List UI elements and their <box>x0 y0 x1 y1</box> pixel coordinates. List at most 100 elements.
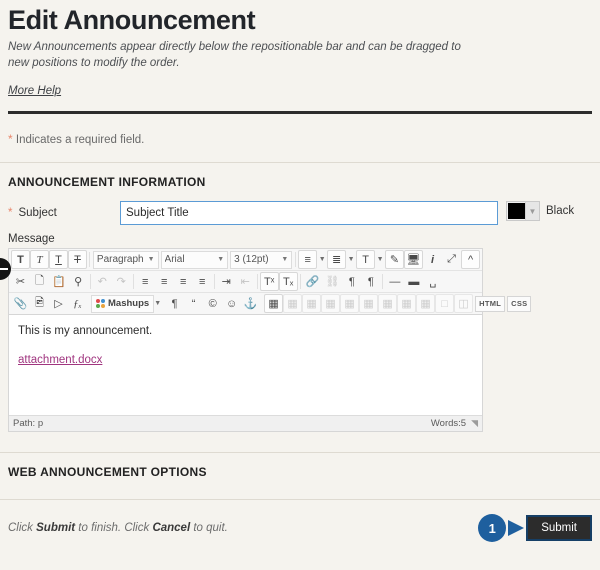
rtl-paragraph-icon[interactable]: ¶ <box>361 272 380 291</box>
table-cell-properties-icon[interactable]: ▦ <box>302 294 322 314</box>
paragraph-format-select[interactable]: Paragraph ▼ <box>92 250 159 269</box>
emoticon-icon[interactable]: ☺ <box>222 294 241 313</box>
mashups-icon <box>96 299 105 309</box>
page-description: New Announcements appear directly below … <box>8 41 461 69</box>
text-color-chevron-down-icon[interactable]: ▼ <box>375 250 385 269</box>
table-split-cells-icon[interactable]: ◫ <box>454 294 474 314</box>
subject-input[interactable] <box>120 201 498 226</box>
attachment-link[interactable]: attachment.docx <box>18 354 102 366</box>
required-note-text: Indicates a required field. <box>15 134 145 147</box>
bullet-list-button[interactable]: ≡ <box>298 250 318 270</box>
info-icon[interactable]: i <box>423 250 442 269</box>
hint-submit-word: Submit <box>36 522 76 535</box>
find-icon[interactable]: ⚲ <box>69 272 88 291</box>
thick-rule-icon[interactable]: ▬ <box>404 272 423 291</box>
subject-required-star-icon: * <box>8 207 13 220</box>
mashups-button[interactable]: Mashups <box>91 294 155 313</box>
chevron-down-icon: ▼ <box>217 256 225 264</box>
collapse-toolbar-icon[interactable]: ^ <box>461 250 481 270</box>
unlink-icon[interactable]: ⛓ <box>322 272 342 291</box>
submit-button[interactable]: Submit <box>526 515 592 542</box>
editor-content-area[interactable]: This is my announcement. attachment.docx <box>9 315 482 416</box>
editor-toolbar-row-2: ✂ 🗋 📋 ⚲ ↶ ↷ ≡ ≡ ≡ ≡ ⇥ ⇤ Tˣ Tₓ 🔗 ⛓ ¶ ¶ — … <box>9 271 482 294</box>
copyright-icon[interactable]: © <box>203 294 222 313</box>
font-size-value: 3 (12pt) <box>234 254 269 266</box>
table-row-properties-icon[interactable]: ▦ <box>283 294 303 314</box>
required-star-icon: * <box>8 132 13 147</box>
anchor-icon[interactable]: ⚓ <box>241 294 260 313</box>
numbered-list-chevron-down-icon[interactable]: ▼ <box>346 250 356 269</box>
mashups-label: Mashups <box>108 298 150 310</box>
bullet-list-chevron-down-icon[interactable]: ▼ <box>317 250 327 269</box>
text-color-button[interactable]: T <box>356 250 376 270</box>
announcement-information-section: ANNOUNCEMENT INFORMATION * Subject ▼ Bla… <box>0 162 600 433</box>
bold-button[interactable]: T <box>11 250 30 270</box>
more-help-link[interactable]: More Help <box>8 85 61 97</box>
paragraph-mark-icon[interactable]: ¶ <box>165 294 184 313</box>
insert-table-icon[interactable]: ▦ <box>264 294 284 314</box>
footer-hint-text: Click Submit to finish. Click Cancel to … <box>8 522 478 534</box>
hint-cancel-word: Cancel <box>152 522 191 535</box>
quote-icon[interactable]: “ <box>184 294 203 313</box>
toolbar-separator <box>299 274 301 290</box>
submit-area: 1 Submit <box>478 514 592 543</box>
subject-color-picker[interactable]: ▼ Black <box>506 201 575 222</box>
preview-monitor-icon[interactable]: 🖥 <box>404 250 424 270</box>
align-right-icon[interactable]: ≡ <box>174 272 193 291</box>
align-center-icon[interactable]: ≡ <box>155 272 174 291</box>
superscript-icon[interactable]: Tˣ <box>259 272 279 292</box>
paste-icon[interactable]: 📋 <box>49 272 69 291</box>
css-source-button[interactable]: CSS <box>507 295 532 312</box>
subject-label: Subject <box>18 207 57 220</box>
font-family-select[interactable]: Arial ▼ <box>160 250 229 269</box>
resize-grip-icon[interactable]: ◥ <box>471 419 478 428</box>
hint-middle: to finish. Click <box>75 522 153 535</box>
hint-suffix: to quit. <box>190 522 228 535</box>
form-footer: Click Submit to finish. Click Cancel to … <box>0 499 600 543</box>
web-announcement-options-section: WEB ANNOUNCEMENT OPTIONS <box>0 452 600 489</box>
thin-rule-icon[interactable]: — <box>385 272 404 291</box>
toolbar-separator <box>132 274 134 290</box>
message-label: Message <box>8 233 55 246</box>
subscript-icon[interactable]: Tₓ <box>278 272 298 292</box>
ltr-paragraph-icon[interactable]: ¶ <box>342 272 361 291</box>
nonbreaking-space-icon[interactable]: ␣ <box>423 272 442 291</box>
toolbar-separator <box>213 274 215 290</box>
mashups-chevron-down-icon[interactable]: ▼ <box>154 294 161 313</box>
insert-media-icon[interactable]: ▷ <box>49 294 68 313</box>
table-insert-row-before-icon[interactable]: ▦ <box>321 294 341 314</box>
copy-icon[interactable]: 🗋 <box>30 272 49 291</box>
fullscreen-icon[interactable]: ⤢ <box>442 250 461 269</box>
chevron-down-icon: ▼ <box>281 256 289 264</box>
table-insert-column-before-icon[interactable]: ▦ <box>378 294 398 314</box>
table-merge-cells-icon[interactable]: □ <box>435 294 455 314</box>
underline-button[interactable]: T <box>49 250 68 270</box>
align-left-icon[interactable]: ≡ <box>136 272 155 291</box>
page-title: Edit Announcement <box>8 5 256 35</box>
justify-icon[interactable]: ≡ <box>193 272 212 291</box>
numbered-list-button[interactable]: ≣ <box>327 250 347 270</box>
undo-icon[interactable]: ↶ <box>93 272 112 291</box>
table-delete-column-icon[interactable]: ▦ <box>416 294 436 314</box>
chevron-down-icon[interactable]: ▼ <box>525 202 539 221</box>
color-name-label: Black <box>546 205 575 218</box>
editor-toolbar-row-1: T T T T Paragraph ▼ Arial ▼ 3 (12pt) ▼ ≡… <box>9 249 482 272</box>
strikethrough-button[interactable]: T <box>68 250 87 270</box>
outdent-icon[interactable]: ⇤ <box>236 272 255 291</box>
insert-image-icon[interactable]: 🖻 <box>30 294 49 313</box>
cut-icon[interactable]: ✂ <box>11 272 30 291</box>
indent-icon[interactable]: ⇥ <box>217 272 236 291</box>
html-source-button[interactable]: HTML <box>475 295 506 312</box>
link-icon[interactable]: 🔗 <box>303 272 323 291</box>
attach-file-icon[interactable]: 📎 <box>11 294 30 313</box>
color-swatch-control[interactable]: ▼ <box>506 201 540 222</box>
highlight-pen-icon[interactable]: ✎ <box>385 250 405 270</box>
font-size-select[interactable]: 3 (12pt) ▼ <box>230 250 293 269</box>
table-insert-row-after-icon[interactable]: ▦ <box>340 294 360 314</box>
redo-icon[interactable]: ↷ <box>112 272 131 291</box>
table-insert-column-after-icon[interactable]: ▦ <box>397 294 417 314</box>
table-delete-row-icon[interactable]: ▦ <box>359 294 379 314</box>
italic-button[interactable]: T <box>30 250 49 270</box>
toolbar-separator <box>89 252 90 268</box>
math-formula-icon[interactable]: ƒₓ <box>68 294 87 313</box>
